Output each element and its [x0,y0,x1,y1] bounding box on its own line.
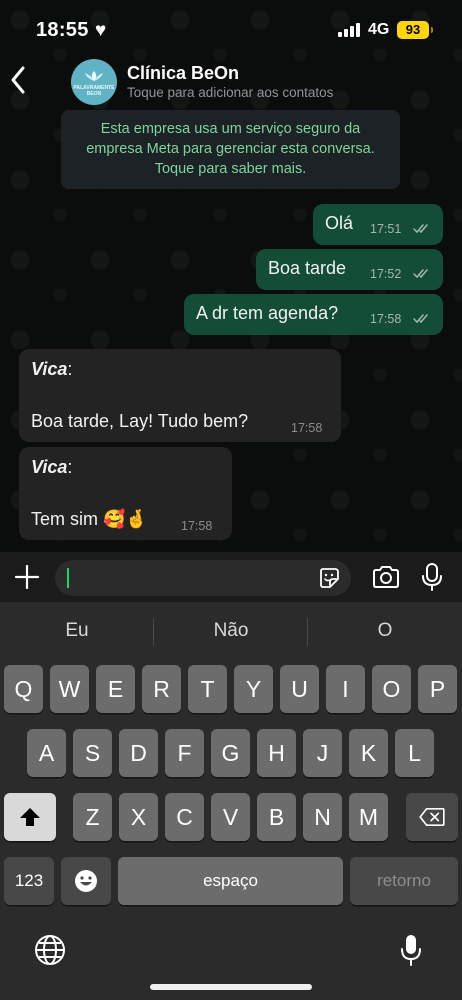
key-o[interactable]: O [372,665,411,713]
message-time: 17:52 [370,267,402,281]
chat-header[interactable]: PALAVRAMENTE BEON Clínica BeOn Toque par… [0,56,462,108]
key-z[interactable]: Z [73,793,112,841]
suggestion-2[interactable]: Não [154,620,308,642]
message-time: 17:51 [370,222,402,236]
sticker-icon[interactable] [317,566,341,590]
key-m[interactable]: M [349,793,388,841]
home-indicator[interactable] [150,984,312,990]
keyboard: Eu Não O Q W E R T Y U I O P A S D F G H… [0,602,462,1000]
key-i[interactable]: I [326,665,365,713]
microphone-icon[interactable] [421,562,443,592]
message-sender: Vica: [31,359,73,379]
plus-icon[interactable] [14,564,40,590]
camera-icon[interactable] [371,565,401,589]
heart-icon: ♥ [95,20,107,41]
key-a[interactable]: A [27,729,66,777]
status-time: 18:55 [36,19,89,41]
message-outgoing[interactable]: Olá 17:51 [313,204,443,245]
backspace-icon [419,808,445,826]
shift-arrow-icon [20,808,40,826]
message-outgoing[interactable]: A dr tem agenda? 17:58 [184,294,443,335]
key-q[interactable]: Q [4,665,43,713]
business-notice[interactable]: Esta empresa usa um serviço seguro da em… [61,110,400,189]
shift-key[interactable] [4,793,56,841]
business-notice-text: Esta empresa usa um serviço seguro da em… [86,121,375,177]
predictive-bar: Eu Não O [0,602,462,660]
avatar-text: PALAVRAMENTE BEON [73,85,115,97]
message-text: A dr tem agenda? [196,303,339,323]
status-bar: 18:55 ♥ 4G 93 [0,0,462,56]
key-y[interactable]: Y [234,665,273,713]
emoji-icon [75,870,97,892]
return-key[interactable]: retorno [350,857,458,905]
message-time: 17:58 [291,421,323,435]
read-ticks-icon [413,224,428,234]
message-text: Boa tarde, Lay! Tudo bem? [31,411,249,431]
key-s[interactable]: S [73,729,112,777]
key-p[interactable]: P [418,665,457,713]
message-text: Olá [325,213,354,233]
key-n[interactable]: N [303,793,342,841]
key-t[interactable]: T [188,665,227,713]
signal-icon [338,23,362,37]
battery-indicator: 93 [397,21,433,39]
key-c[interactable]: C [165,793,204,841]
dictation-mic-icon[interactable] [400,933,422,967]
key-e[interactable]: E [96,665,135,713]
emoji-key[interactable] [61,857,111,905]
key-f[interactable]: F [165,729,204,777]
message-time: 17:58 [181,519,213,533]
backspace-key[interactable] [406,793,458,841]
key-w[interactable]: W [50,665,89,713]
lotus-logo-icon [85,71,103,81]
read-ticks-icon [413,269,428,279]
key-b[interactable]: B [257,793,296,841]
key-l[interactable]: L [395,729,434,777]
numbers-key[interactable]: 123 [4,857,54,905]
key-v[interactable]: V [211,793,250,841]
suggestion-3[interactable]: O [308,620,462,642]
space-key[interactable]: espaço [118,857,343,905]
back-arrow-icon[interactable] [8,62,30,98]
suggestion-1[interactable]: Eu [0,620,154,642]
sender-name: Vica [31,457,68,477]
message-input-bar [0,552,462,602]
read-ticks-icon [413,314,428,324]
globe-icon[interactable] [34,934,66,966]
message-time: 17:58 [370,312,402,326]
sender-name: Vica [31,359,68,379]
text-caret [67,568,69,588]
key-r[interactable]: R [142,665,181,713]
message-outgoing[interactable]: Boa tarde 17:52 [256,249,443,290]
key-g[interactable]: G [211,729,250,777]
message-text: Tem sim 🥰🤞 [31,509,148,529]
message-incoming[interactable]: Vica: Boa tarde, Lay! Tudo bem? 17:58 [19,349,341,442]
key-x[interactable]: X [119,793,158,841]
key-u[interactable]: U [280,665,319,713]
message-incoming[interactable]: Vica: Tem sim 🥰🤞 17:58 [19,447,232,540]
contact-subtitle[interactable]: Toque para adicionar aos contatos [127,85,333,100]
message-sender: Vica: [31,457,73,477]
key-j[interactable]: J [303,729,342,777]
contact-name[interactable]: Clínica BeOn [127,63,239,84]
key-d[interactable]: D [119,729,158,777]
message-input[interactable] [55,560,351,596]
key-k[interactable]: K [349,729,388,777]
key-h[interactable]: H [257,729,296,777]
avatar[interactable]: PALAVRAMENTE BEON [71,59,117,105]
network-label: 4G [368,21,390,38]
message-text: Boa tarde [268,258,347,278]
